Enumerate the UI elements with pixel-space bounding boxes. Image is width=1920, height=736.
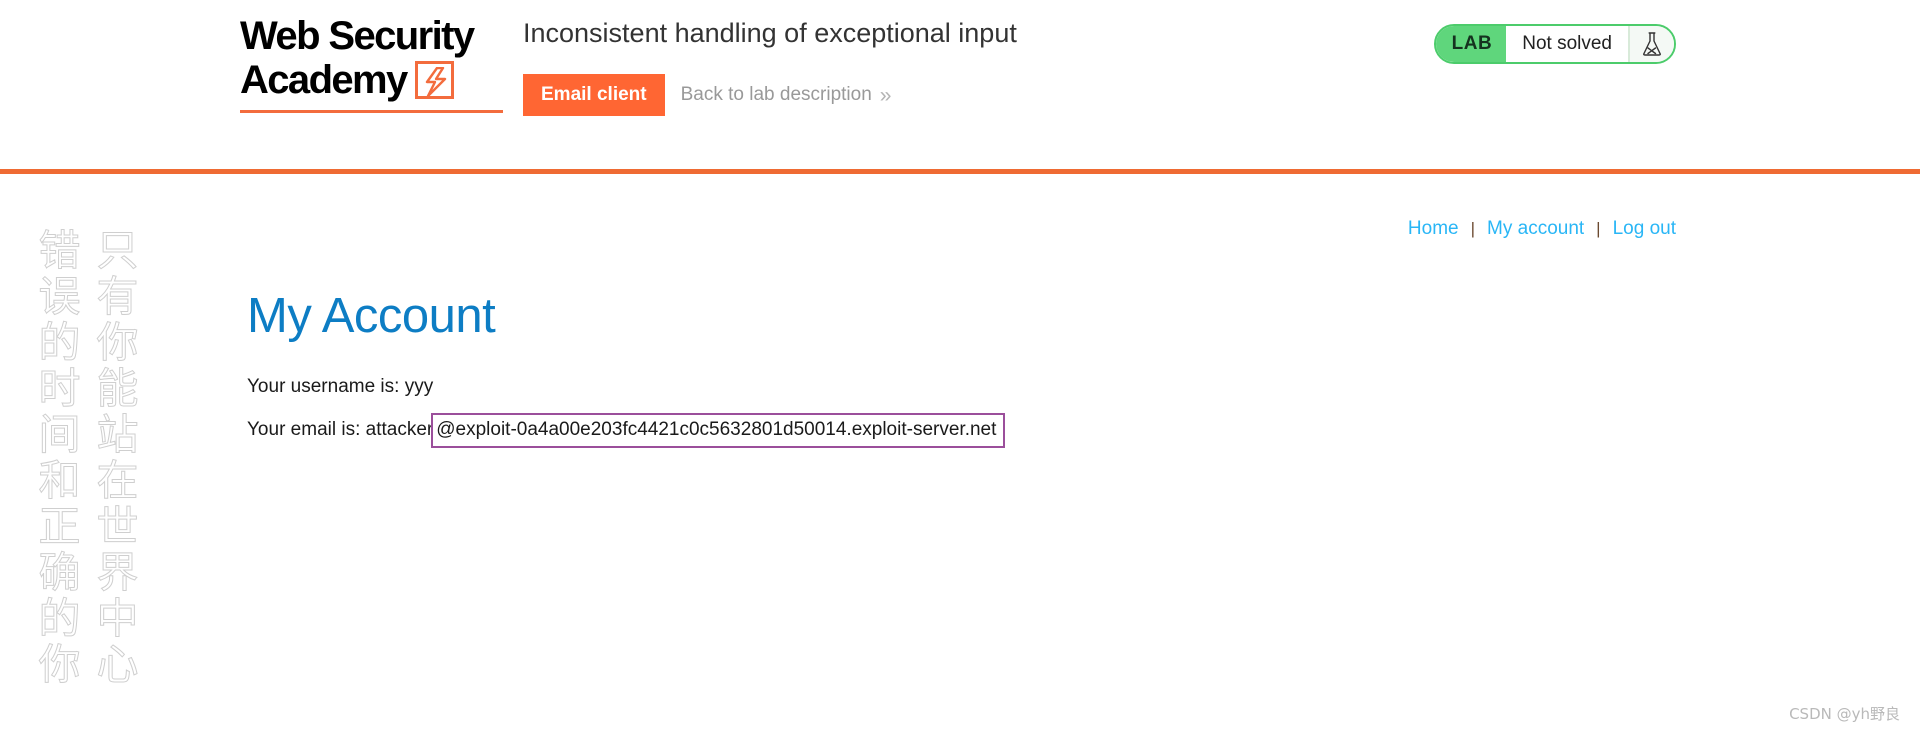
logo-line-2-row: Academy (240, 58, 503, 102)
nav-separator-1: | (1470, 219, 1476, 238)
lab-action-row: Email client Back to lab description » (523, 74, 891, 116)
account-nav: Home | My account | Log out (1408, 218, 1676, 240)
watermark-csdn: CSDN @yh野良 (1789, 705, 1900, 723)
nav-separator-2: | (1596, 219, 1601, 238)
back-to-lab-description-link[interactable]: Back to lab description » (681, 84, 892, 106)
back-to-lab-description-label: Back to lab description (680, 84, 872, 105)
username-line: Your username is: yyy (247, 374, 1247, 400)
main-content: My Account Your username is: yyy Your em… (247, 288, 1247, 461)
header-orange-rule (0, 169, 1920, 174)
flask-not-solved-icon (1628, 26, 1674, 62)
double-chevron-right-icon: » (879, 83, 892, 107)
watermark-vertical-left: 错误的时间和正确的你 (32, 228, 82, 689)
lab-header: Web Security Academy Inconsistent handli… (0, 0, 1920, 174)
email-line: Your email is: attacker @exploit-0a4a00e2… (247, 413, 1006, 448)
logo-underline (240, 110, 503, 113)
username-label: Your username is: (247, 376, 400, 397)
email-domain-highlight: @exploit-0a4a00e203fc4421c0c5632801d5001… (431, 413, 1006, 448)
nav-link-log-out[interactable]: Log out (1613, 218, 1676, 240)
email-label: Your email is: (247, 419, 361, 440)
lab-header-inner: Web Security Academy Inconsistent handli… (0, 0, 1920, 174)
page-title: My Account (247, 289, 496, 343)
watermark-vertical-right: 只有你能站在世界中心 (90, 228, 140, 689)
nav-link-my-account[interactable]: My account (1487, 218, 1584, 240)
logo-line-1: Web Security (240, 14, 475, 58)
logo-line-2: Academy (240, 58, 408, 102)
email-local-prefix: attacker (365, 419, 434, 440)
web-security-academy-logo[interactable]: Web Security Academy (240, 14, 503, 113)
nav-link-home[interactable]: Home (1408, 218, 1459, 240)
email-client-button[interactable]: Email client (523, 74, 665, 116)
lab-status-state: Not solved (1506, 26, 1628, 62)
lab-status-tag: LAB (1435, 26, 1507, 62)
lightning-bolt-icon (414, 61, 454, 99)
lab-title: Inconsistent handling of exceptional inp… (523, 18, 1017, 48)
username-value: yyy (404, 376, 434, 397)
lab-status-widget[interactable]: LAB Not solved (1433, 24, 1676, 64)
page-root: Web Security Academy Inconsistent handli… (0, 0, 1920, 736)
